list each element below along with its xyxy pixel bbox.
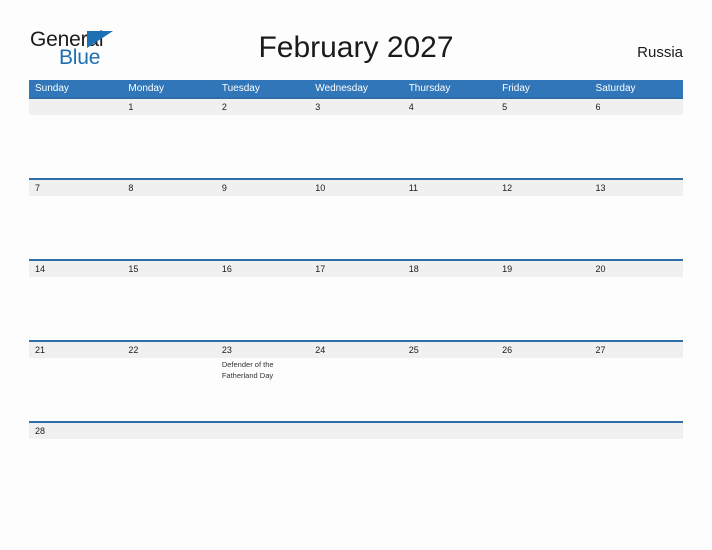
calendar-day-cell[interactable]: 1 [122,99,215,115]
calendar-day-cell[interactable]: 24 [309,342,402,381]
calendar-day-cell[interactable]: 27 [590,342,683,381]
day-number: 4 [408,102,414,112]
calendar-day-cell[interactable]: 8 [122,180,215,196]
page-title: February 2027 [258,31,454,64]
calendar-day-cell[interactable]: 22 [122,342,215,381]
day-number: 23 [221,345,232,355]
calendar-day-cell[interactable] [122,423,215,439]
calendar-day-cell[interactable]: 6 [590,99,683,115]
calendar-day-cell[interactable]: 19 [496,261,589,277]
calendar-day-cell[interactable] [403,423,496,439]
day-number: 9 [221,183,227,193]
calendar-week-row: 7 8 9 10 11 12 13 [29,178,683,259]
day-number: 20 [595,264,606,274]
day-number: 19 [502,264,513,274]
day-number: 21 [35,345,46,355]
week-day-cells: 14 15 16 17 18 19 20 [29,261,683,277]
day-number: 6 [595,102,601,112]
calendar-day-cell[interactable]: 3 [309,99,402,115]
calendar-week-row: 14 15 16 17 18 19 20 [29,259,683,340]
calendar-week-row: 21 22 23 Defender of the Fatherland Day … [29,340,683,421]
day-number: 8 [128,183,134,193]
calendar-day-cell[interactable]: 26 [496,342,589,381]
calendar-day-cell[interactable] [496,423,589,439]
calendar-day-cell[interactable]: 20 [590,261,683,277]
weekday-header-saturday: Saturday [595,83,636,94]
day-number: 17 [315,264,326,274]
day-number: 15 [128,264,139,274]
day-number: 14 [35,264,46,274]
day-number: 11 [408,183,419,193]
weekday-header-tuesday: Tuesday [221,83,260,94]
day-number: 28 [35,426,46,436]
day-number: 27 [595,345,606,355]
page-header: General Blue February 2027 Russia [0,0,712,80]
day-number: 3 [315,102,321,112]
calendar-day-cell[interactable]: 16 [216,261,309,277]
country-label: Russia [637,44,683,61]
calendar-day-cell[interactable]: 7 [29,180,122,196]
week-day-cells: 7 8 9 10 11 12 13 [29,180,683,196]
weekday-header-friday: Friday [502,83,530,94]
day-number: 24 [315,345,326,355]
weekday-header-monday: Monday [128,83,164,94]
calendar-grid: Sunday Monday Tuesday Wednesday Thursday… [29,80,683,443]
calendar-day-cell[interactable]: 14 [29,261,122,277]
day-number: 18 [408,264,419,274]
calendar-day-cell[interactable]: 4 [403,99,496,115]
day-number: 16 [221,264,232,274]
calendar-week-row: 28 [29,421,683,443]
weekday-header-row: Sunday Monday Tuesday Wednesday Thursday… [29,80,683,97]
calendar-day-cell[interactable]: 21 [29,342,122,381]
week-day-cells: 28 [29,423,683,439]
day-number: 7 [35,183,41,193]
day-number: 5 [502,102,508,112]
calendar-day-cell[interactable]: 17 [309,261,402,277]
calendar-day-cell[interactable]: 11 [403,180,496,196]
calendar-day-cell[interactable]: 2 [216,99,309,115]
calendar-day-cell[interactable]: 12 [496,180,589,196]
calendar-day-cell[interactable] [590,423,683,439]
calendar-day-cell[interactable]: 28 [29,423,122,439]
calendar-day-cell[interactable]: 25 [403,342,496,381]
day-number: 12 [502,183,513,193]
weekday-header-wednesday: Wednesday [315,83,368,94]
calendar-day-cell[interactable]: 23 Defender of the Fatherland Day [216,342,309,381]
calendar-day-cell[interactable]: 10 [309,180,402,196]
calendar-day-cell[interactable] [216,423,309,439]
week-day-cells: 1 2 3 4 5 6 [29,99,683,115]
calendar-day-cell[interactable]: 9 [216,180,309,196]
weekday-header-sunday: Sunday [35,83,69,94]
calendar-day-cell[interactable] [29,99,122,115]
week-day-cells: 21 22 23 Defender of the Fatherland Day … [29,342,683,381]
calendar-day-cell[interactable] [309,423,402,439]
day-number: 10 [315,183,326,193]
calendar-day-cell[interactable]: 18 [403,261,496,277]
day-number: 25 [408,345,419,355]
day-number: 2 [221,102,227,112]
day-event-label: Defender of the Fatherland Day [221,360,274,380]
calendar-day-cell[interactable]: 13 [590,180,683,196]
calendar-day-cell[interactable]: 5 [496,99,589,115]
day-number: 22 [128,345,139,355]
day-number: 13 [595,183,606,193]
calendar-week-row: 1 2 3 4 5 6 [29,97,683,178]
day-number: 1 [128,102,134,112]
calendar-day-cell[interactable]: 15 [122,261,215,277]
day-number: 26 [502,345,513,355]
weekday-header-thursday: Thursday [408,83,451,94]
